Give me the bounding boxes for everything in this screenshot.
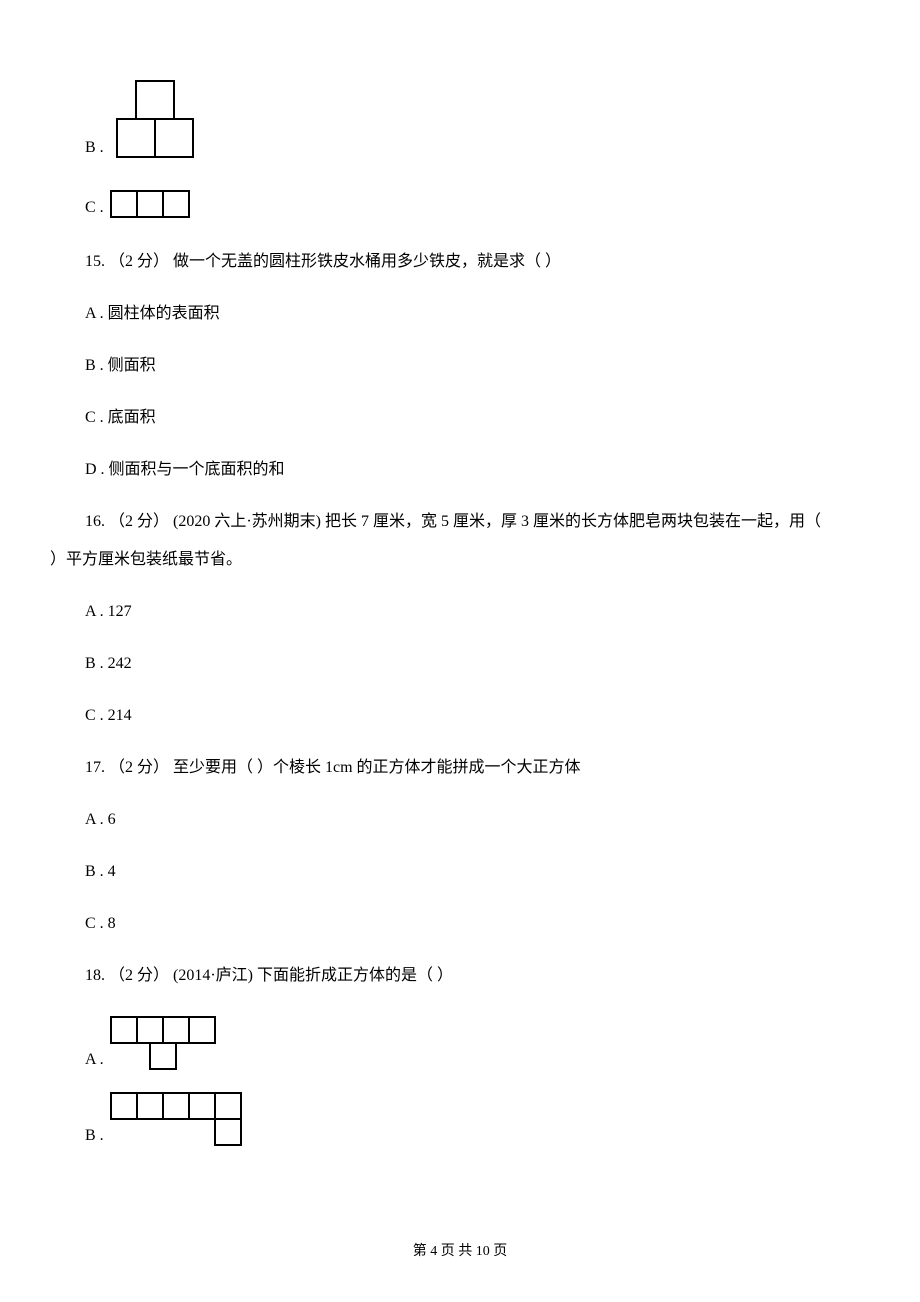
q15-option-b: B . 侧面积 [85, 354, 870, 378]
option-label: B . [85, 136, 104, 160]
q16-option-c: C . 214 [85, 704, 870, 728]
q18-option-a: A . [85, 1016, 870, 1072]
q16-stem: 16. （2 分） (2020 六上·苏州期末) 把长 7 厘米，宽 5 厘米，… [85, 510, 870, 534]
q18-option-b: B . [85, 1092, 870, 1148]
page-content: B . C . 15. （2 分） 做一个无盖的圆柱形铁皮水桶用多少铁皮，就是求… [0, 0, 920, 1148]
q15-option-d: D . 侧面积与一个底面积的和 [85, 458, 870, 482]
page-footer: 第 4 页 共 10 页 [0, 1241, 920, 1262]
q17-stem: 17. （2 分） 至少要用（ ）个棱长 1cm 的正方体才能拼成一个大正方体 [85, 756, 870, 780]
q18-stem: 18. （2 分） (2014·庐江) 下面能折成正方体的是（ ） [85, 964, 870, 988]
option-label: B . [85, 1124, 104, 1148]
q15-option-c: C . 底面积 [85, 406, 870, 430]
q14-option-b: B . [85, 80, 870, 160]
net-step-shape-icon [110, 1092, 244, 1148]
q16-stem-cont: ）平方厘米包装纸最节省。 [50, 548, 870, 572]
net-t-shape-icon [110, 1016, 218, 1072]
q16-option-b: B . 242 [85, 652, 870, 676]
q15-stem: 15. （2 分） 做一个无盖的圆柱形铁皮水桶用多少铁皮，就是求（ ） [85, 250, 870, 274]
q17-option-c: C . 8 [85, 912, 870, 936]
q15-option-a: A . 圆柱体的表面积 [85, 302, 870, 326]
q17-option-b: B . 4 [85, 860, 870, 884]
cubes-row-icon [110, 190, 192, 220]
q14-option-c: C . [85, 190, 870, 220]
q17-option-a: A . 6 [85, 808, 870, 832]
option-label: C . [85, 196, 104, 220]
cubes-l-shape-icon [110, 80, 200, 160]
option-label: A . [85, 1048, 104, 1072]
q16-option-a: A . 127 [85, 600, 870, 624]
